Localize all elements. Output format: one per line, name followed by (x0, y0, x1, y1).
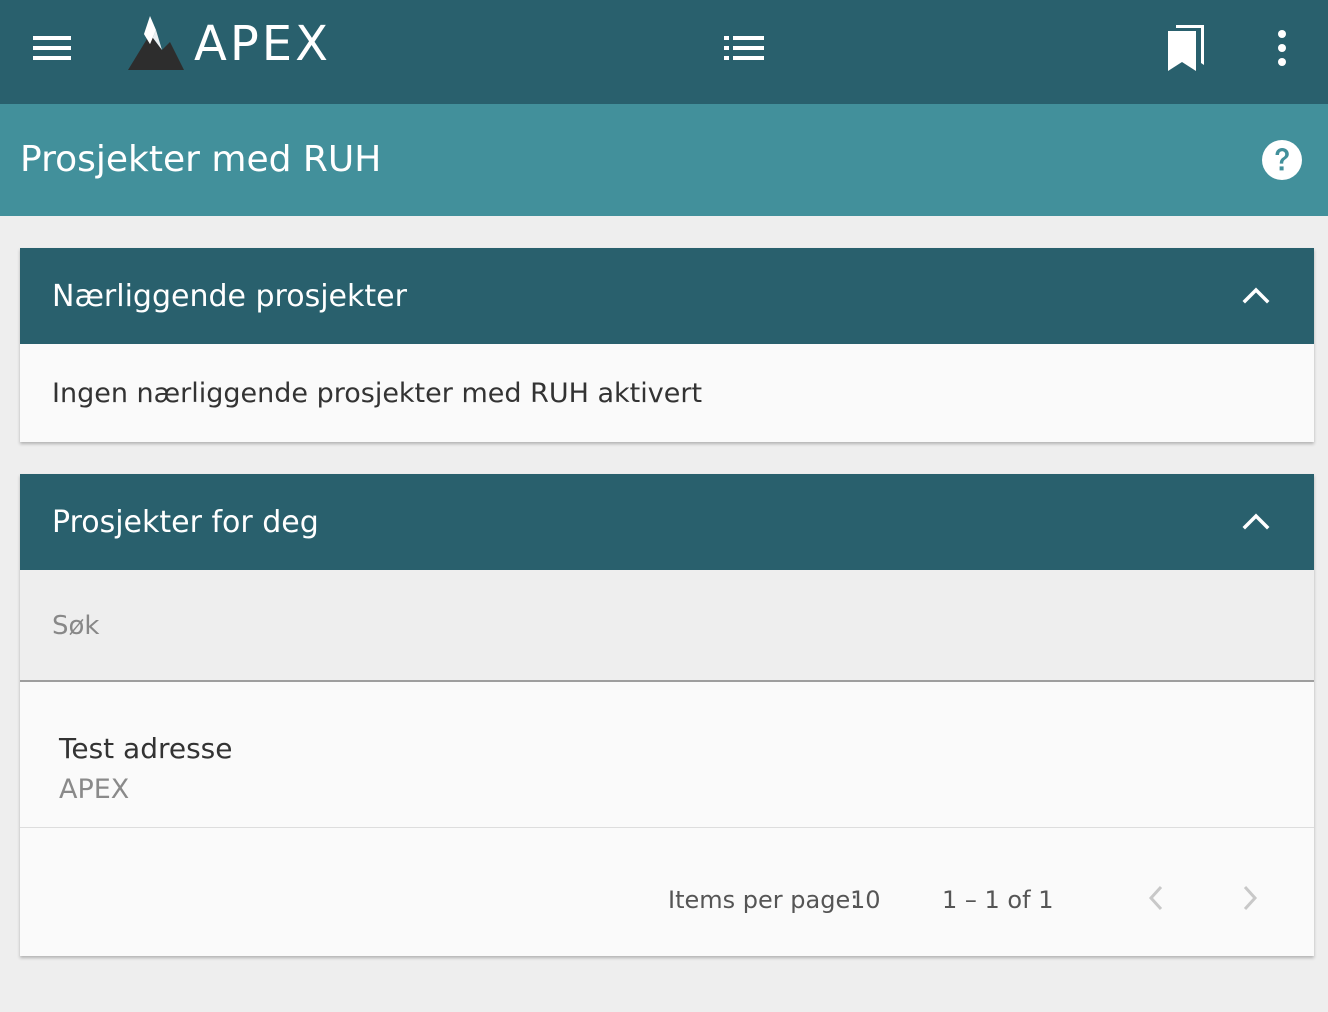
hamburger-menu-icon (33, 36, 71, 60)
help-icon (1262, 140, 1302, 180)
menu-button[interactable] (24, 24, 80, 72)
items-per-page-label: Items per page: (668, 886, 859, 914)
nearby-projects-card: Nærliggende prosjekter Ingen nærliggende… (20, 248, 1314, 442)
next-page-button[interactable] (1226, 874, 1274, 922)
my-projects-title: Prosjekter for deg (52, 504, 319, 540)
chevron-right-icon (1243, 885, 1258, 911)
my-projects-header[interactable]: Prosjekter for deg (20, 474, 1314, 570)
chevron-left-icon (1148, 885, 1163, 911)
list-item[interactable]: Test adresse APEX (20, 682, 1314, 828)
nearby-projects-header[interactable]: Nærliggende prosjekter (20, 248, 1314, 344)
nearby-projects-title: Nærliggende prosjekter (52, 278, 407, 314)
nearby-empty-message: Ingen nærliggende prosjekter med RUH akt… (52, 377, 703, 409)
project-title: Test adresse (59, 732, 233, 765)
chevron-up-icon[interactable] (1238, 504, 1274, 540)
bookmarks-icon (1168, 25, 1204, 71)
help-button[interactable] (1258, 136, 1306, 184)
range-label: 1 – 1 of 1 (942, 886, 1054, 914)
page-title: Prosjekter med RUH (20, 139, 382, 180)
paginator: Items per page: 10 1 – 1 of 1 (20, 828, 1314, 956)
apex-logo[interactable]: APEX (128, 12, 331, 76)
page-size-select[interactable]: 10 (850, 886, 881, 914)
brand-name: APEX (194, 16, 331, 72)
my-projects-card: Prosjekter for deg Test adresse APEX Ite… (20, 474, 1314, 956)
chevron-up-icon[interactable] (1238, 278, 1274, 314)
bookmarks-button[interactable] (1158, 20, 1214, 76)
project-subtitle: APEX (59, 774, 130, 805)
more-vertical-icon (1278, 30, 1286, 66)
list-view-button[interactable] (716, 24, 772, 72)
previous-page-button[interactable] (1132, 874, 1180, 922)
search-input[interactable] (52, 602, 1252, 650)
mountain-logo-icon (128, 16, 184, 70)
search-field (20, 570, 1314, 682)
more-options-button[interactable] (1258, 20, 1306, 76)
list-icon (724, 36, 764, 60)
